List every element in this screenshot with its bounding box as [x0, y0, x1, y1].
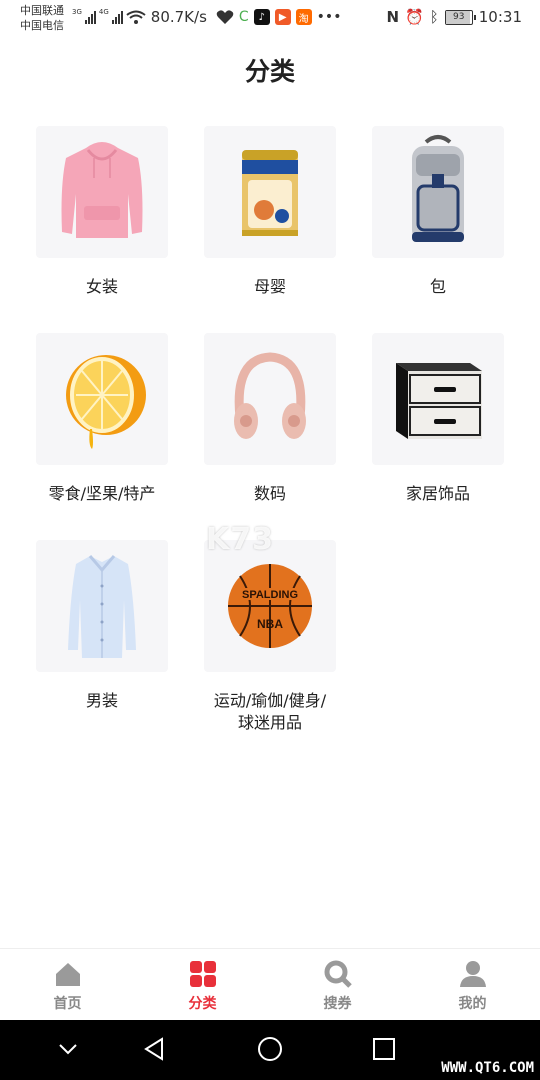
network-type-2: 4G [98, 8, 109, 16]
recents-icon[interactable] [369, 1034, 399, 1064]
tab-profile[interactable]: 我的 [405, 949, 540, 1020]
category-mother-baby[interactable]: 母婴 [186, 126, 354, 298]
clock: 10:31 [478, 8, 522, 26]
heart-rate-icon [216, 10, 234, 24]
category-tile[interactable] [204, 126, 336, 258]
status-right-group: N ⏰ ᛒ 93 10:31 [387, 8, 523, 26]
storage-box-image [396, 363, 482, 439]
alarm-icon: ⏰ [405, 8, 424, 26]
user-icon [459, 961, 486, 987]
basketball-image: SPALDING NBA [228, 564, 312, 648]
page-title: 分类 [244, 57, 295, 86]
signal-icon-2 [111, 10, 123, 24]
milk-powder-can-image [242, 150, 298, 236]
category-tile[interactable] [204, 333, 336, 465]
svg-text:SPALDING: SPALDING [242, 589, 298, 601]
c-app-icon: C [238, 9, 249, 25]
system-nav-bar: WWW.QT6.COM [0, 1020, 540, 1080]
tab-home[interactable]: 首页 [0, 949, 135, 1020]
category-home-decor[interactable]: 家居饰品 [354, 333, 522, 505]
category-label[interactable]: 男装 [18, 690, 186, 712]
watermark-logo: K73 [206, 522, 274, 557]
grid-icon [189, 961, 216, 987]
category-sports[interactable]: SPALDING NBA 运动/瑜伽/健身/球迷用品 [186, 540, 354, 734]
signal-icon [84, 10, 96, 24]
category-label[interactable]: 包 [354, 276, 522, 298]
category-label[interactable]: 家居饰品 [354, 483, 522, 505]
battery-icon: 93 [444, 9, 476, 25]
home-icon [55, 963, 80, 986]
wifi-icon [126, 10, 146, 24]
carrier-1: 中国联通 [20, 4, 64, 17]
category-snacks[interactable]: 零食/坚果/特产 [18, 333, 186, 505]
tab-label: 我的 [458, 996, 487, 1012]
carrier-names: 中国联通 中国电信 [20, 3, 64, 33]
headphones-image [234, 352, 306, 439]
category-tile[interactable] [372, 333, 504, 465]
category-tile[interactable] [36, 126, 168, 258]
category-women-clothing[interactable]: 女装 [18, 126, 186, 298]
site-watermark: WWW.QT6.COM [441, 1060, 534, 1076]
tab-label: 搜券 [323, 996, 352, 1012]
category-tile[interactable] [36, 333, 168, 465]
tiktok-icon: ♪ [253, 9, 270, 25]
nfc-icon: N [386, 8, 400, 26]
category-digital[interactable]: 数码 [186, 333, 354, 505]
network-type-1: 3G [72, 8, 82, 16]
search-icon [324, 960, 352, 988]
hoodie-image [61, 142, 143, 238]
notification-icons: C ♪ ▶ 淘 ••• [216, 9, 342, 25]
tab-category[interactable]: 分类 [135, 949, 270, 1020]
category-tile[interactable] [372, 126, 504, 258]
more-icon: ••• [316, 9, 342, 25]
collapse-icon[interactable] [53, 1034, 83, 1064]
tab-label: 首页 [53, 996, 82, 1012]
home-button-icon[interactable] [255, 1034, 285, 1064]
video-app-icon: ▶ [274, 9, 291, 25]
back-icon[interactable] [140, 1034, 170, 1064]
status-bar: 中国联通 中国电信 3G 4G 80.7K/s C ♪ ▶ 淘 ••• N ⏰ … [0, 0, 540, 38]
bottom-tab-bar: 首页 分类 搜券 我的 [0, 948, 540, 1020]
category-bags[interactable]: 包 [354, 126, 522, 298]
dress-shirt-image [68, 555, 136, 658]
category-label[interactable]: 零食/坚果/特产 [18, 483, 186, 505]
category-label[interactable]: 数码 [186, 483, 354, 505]
category-men-clothing[interactable]: 男装 [18, 540, 186, 712]
tab-label: 分类 [188, 996, 217, 1012]
bluetooth-icon: ᛒ [429, 8, 439, 26]
category-tile[interactable] [36, 540, 168, 672]
taobao-icon: 淘 [295, 9, 312, 25]
category-label[interactable]: 运动/瑜伽/健身/球迷用品 [186, 690, 354, 734]
tab-coupon-search[interactable]: 搜券 [270, 949, 405, 1020]
orange-image [66, 355, 146, 449]
status-left-group: 3G 4G 80.7K/s C ♪ ▶ 淘 ••• [72, 8, 341, 26]
network-speed: 80.7K/s [150, 8, 207, 26]
category-tile[interactable]: SPALDING NBA [204, 540, 336, 672]
battery-level: 93 [453, 11, 465, 22]
category-label[interactable]: 母婴 [186, 276, 354, 298]
carrier-2: 中国电信 [20, 19, 64, 32]
svg-text:NBA: NBA [257, 617, 283, 631]
backpack-image [412, 135, 464, 242]
category-label[interactable]: 女装 [18, 276, 186, 298]
